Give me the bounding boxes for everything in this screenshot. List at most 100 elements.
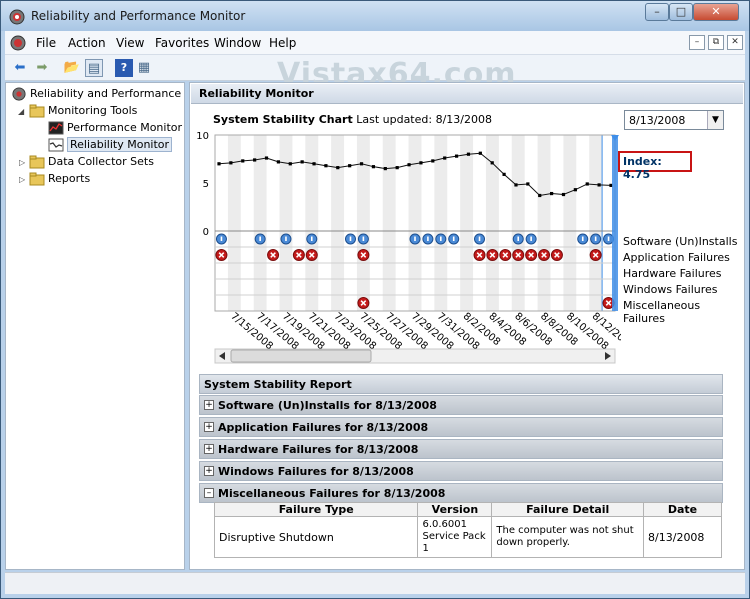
show-hide-tree-icon[interactable]: ▤ [85, 59, 103, 77]
data-point [348, 164, 352, 168]
column-stripe [279, 135, 293, 311]
reports-folder-icon [29, 172, 45, 186]
data-point [371, 165, 376, 169]
expand-arrow-icon[interactable]: ▷ [19, 158, 25, 167]
tree-item-reliability-monitor[interactable]: Reliability Monitor [48, 137, 173, 152]
info-event-icon-glyph [310, 236, 313, 241]
date-select[interactable]: 8/13/2008 ▼ [624, 110, 724, 130]
section-application-failures[interactable]: + Application Failures for 8/13/2008 [199, 417, 723, 437]
info-event-icon-glyph [530, 236, 532, 241]
tree-item-performance-monitor[interactable]: Performance Monitor [48, 121, 182, 135]
data-point [585, 182, 589, 186]
properties-icon[interactable]: ▦ [135, 59, 153, 77]
column-header-version[interactable]: Version [417, 502, 493, 517]
expand-arrow-icon[interactable]: ▷ [19, 175, 25, 184]
data-point [359, 162, 364, 166]
info-event-icon-glyph [607, 236, 610, 241]
data-point [573, 188, 577, 192]
menu-favorites[interactable]: Favorites [155, 36, 209, 50]
menu-window[interactable]: Window [214, 36, 261, 50]
data-point [324, 164, 328, 168]
console-icon[interactable] [10, 35, 26, 51]
menu-help[interactable]: Help [269, 36, 296, 50]
info-event-icon-glyph [220, 236, 223, 241]
column-header-failure-detail[interactable]: Failure Detail [491, 502, 645, 517]
section-windows-failures[interactable]: + Windows Failures for 8/13/2008 [199, 461, 723, 481]
forward-icon[interactable]: ➡ [33, 59, 51, 77]
dropdown-arrow-icon[interactable]: ▼ [707, 111, 723, 129]
info-event-icon-glyph [594, 236, 597, 241]
menu-action[interactable]: Action [68, 36, 106, 50]
cell-date: 8/13/2008 [643, 516, 722, 558]
mdi-close-button[interactable]: ✕ [727, 35, 743, 50]
maximize-button[interactable]: □ [669, 3, 693, 21]
column-stripe [305, 135, 319, 311]
column-stripe [382, 135, 396, 311]
stability-report-header: System Stability Report [199, 374, 723, 394]
column-header-failure-type[interactable]: Failure Type [213, 502, 419, 517]
data-point [336, 166, 340, 170]
data-point [419, 161, 423, 165]
mdi-restore-button[interactable]: ⧉ [708, 35, 724, 50]
y-tick-label: 0 [203, 227, 209, 238]
title-bar[interactable]: Reliability and Performance Monitor – □ … [1, 1, 749, 31]
category-label-hardware: Hardware Failures [623, 267, 722, 280]
up-folder-icon[interactable]: 📂 [63, 59, 81, 77]
collapse-minus-icon[interactable]: – [204, 488, 214, 498]
column-header-date[interactable]: Date [643, 502, 722, 517]
main-window: Reliability and Performance Monitor – □ … [0, 0, 750, 599]
expand-plus-icon[interactable]: + [204, 400, 214, 410]
close-button[interactable]: ✕ [693, 3, 739, 21]
stability-chart[interactable]: 10507/15/20087/17/20087/19/20087/21/2008… [191, 105, 621, 371]
collapse-arrow-icon[interactable]: ◢ [18, 107, 24, 116]
tree-item-data-collector-sets[interactable]: Data Collector Sets [29, 155, 154, 169]
data-point [550, 191, 554, 196]
expand-plus-icon[interactable]: + [204, 444, 214, 454]
section-miscellaneous-failures[interactable]: – Miscellaneous Failures for 8/13/2008 [199, 483, 723, 503]
info-event-icon-glyph [517, 236, 520, 241]
mdi-minimize-button[interactable]: – [689, 35, 705, 50]
menu-view[interactable]: View [116, 36, 144, 50]
panel-header: Reliability Monitor [191, 84, 743, 104]
data-point [395, 166, 399, 170]
data-point [490, 161, 494, 165]
data-point [300, 160, 304, 164]
data-point [443, 156, 447, 160]
selection-marker [612, 135, 618, 311]
table-row[interactable]: Disruptive Shutdown 6.0.6001 Service Pack… [213, 516, 722, 558]
help-icon[interactable]: ? [115, 59, 133, 77]
column-stripe [331, 135, 345, 311]
cell-version: 6.0.6001 Service Pack 1 [417, 516, 493, 558]
y-tick-label: 10 [196, 131, 209, 142]
tree-item-monitoring-tools[interactable]: Monitoring Tools [29, 104, 137, 118]
data-point [526, 182, 530, 186]
data-point [454, 154, 459, 158]
reliability-app-icon [9, 9, 25, 25]
info-event-icon-glyph [581, 236, 584, 241]
info-event-icon-glyph [440, 236, 442, 241]
expand-plus-icon[interactable]: + [204, 422, 214, 432]
column-stripe [537, 135, 551, 311]
data-point [478, 151, 482, 155]
menu-bar: File Action View Favorites Window Help –… [5, 31, 745, 55]
tree-item-root[interactable]: Reliability and Performance [11, 87, 181, 101]
section-hardware-failures[interactable]: + Hardware Failures for 8/13/2008 [199, 439, 723, 459]
tree-item-reports[interactable]: Reports [29, 172, 90, 186]
chart-scrollbar-thumb [230, 349, 372, 363]
info-event-icon-glyph [349, 236, 352, 241]
expand-plus-icon[interactable]: + [204, 466, 214, 476]
section-software-installs[interactable]: + Software (Un)Installs for 8/13/2008 [199, 395, 723, 415]
column-stripe [434, 135, 448, 311]
back-icon[interactable]: ⬅ [11, 59, 29, 77]
column-stripe [356, 135, 370, 311]
minimize-button[interactable]: – [645, 3, 669, 21]
failures-table: Failure Type Version Failure Detail Date… [213, 502, 722, 558]
stability-chart-area: System Stability Chart Last updated: 8/1… [191, 105, 743, 373]
info-event-icon-glyph [285, 236, 287, 241]
data-point [383, 167, 387, 171]
status-bar [5, 572, 745, 594]
data-point [288, 162, 292, 166]
data-point [241, 159, 245, 163]
y-tick-label: 5 [203, 179, 209, 190]
menu-file[interactable]: File [36, 36, 56, 50]
